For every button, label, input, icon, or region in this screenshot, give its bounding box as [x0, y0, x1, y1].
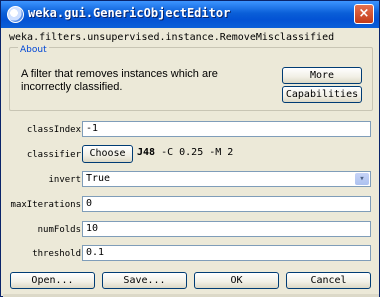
about-description: A filter that removes instances which ar… [21, 68, 218, 93]
cancel-button[interactable]: Cancel [286, 272, 371, 289]
ok-button[interactable]: OK [194, 272, 279, 289]
classifier-editor: Choose J48 -C 0.25 -M 2 [82, 145, 371, 163]
invert-label: invert [48, 175, 81, 185]
object-class-name: weka.filters.unsupervised.instance.Remov… [9, 32, 335, 43]
save-button[interactable]: Save... [102, 272, 187, 289]
generic-object-editor-window: weka.gui.GenericObjectEditor × weka.filt… [0, 0, 380, 297]
title-bar[interactable]: weka.gui.GenericObjectEditor × [1, 1, 379, 28]
num-folds-input[interactable]: 10 [82, 221, 371, 237]
invert-select[interactable]: True ▾ [82, 171, 371, 187]
classifier-options: -C 0.25 -M 2 [155, 147, 234, 158]
chevron-down-icon[interactable]: ▾ [355, 173, 369, 185]
max-iterations-label: maxIterations [10, 200, 81, 210]
class-index-label: classIndex [26, 125, 81, 135]
window-title: weka.gui.GenericObjectEditor [28, 6, 231, 20]
threshold-label: threshold [32, 249, 81, 259]
classifier-name: J48 [137, 147, 156, 158]
num-folds-label: numFolds [37, 225, 81, 235]
about-panel: About A filter that removes instances wh… [9, 45, 373, 111]
threshold-input[interactable]: 0.1 [82, 245, 371, 261]
more-button[interactable]: More [282, 67, 362, 84]
about-legend: About [18, 45, 49, 55]
capabilities-button[interactable]: Capabilities [282, 86, 362, 103]
max-iterations-input[interactable]: 0 [82, 196, 371, 212]
choose-classifier-button[interactable]: Choose [82, 145, 133, 163]
invert-value: True [86, 173, 111, 184]
window-bottom-edge [3, 294, 379, 297]
weka-app-icon [7, 6, 24, 23]
classifier-label: classifier [26, 150, 81, 160]
close-button[interactable]: × [354, 4, 374, 24]
classifier-value[interactable]: J48 -C 0.25 -M 2 [137, 147, 233, 158]
class-index-input[interactable]: -1 [82, 121, 371, 137]
open-button[interactable]: Open... [10, 272, 95, 289]
